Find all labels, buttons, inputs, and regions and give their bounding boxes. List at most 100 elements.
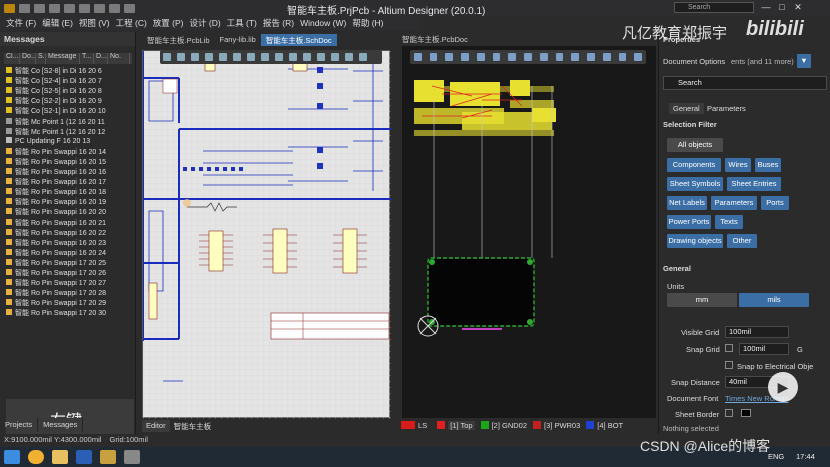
col-class[interactable]: Cl... — [4, 53, 20, 64]
language-indicator[interactable]: ENG — [768, 452, 784, 461]
clock[interactable]: 17:44 — [796, 452, 815, 461]
filter-net-labels[interactable]: Net Labels — [667, 196, 707, 210]
align-icon[interactable] — [219, 53, 227, 61]
message-row[interactable]: 智能 Ro Pin Swappi 17 20 29 — [6, 298, 134, 308]
menu-help[interactable]: 帮助 (H) — [352, 17, 383, 29]
filter-wires[interactable]: Wires — [725, 158, 751, 172]
snap-grid-checkbox[interactable] — [725, 344, 733, 352]
route-icon[interactable] — [508, 53, 517, 61]
word-icon[interactable] — [76, 450, 92, 464]
filter-button[interactable]: ▼ — [797, 54, 811, 68]
bus-icon[interactable] — [247, 53, 255, 61]
move-icon[interactable] — [461, 53, 469, 61]
menu-project[interactable]: 工程 (C) — [116, 17, 147, 29]
snap-grid-input[interactable]: 100mil — [739, 343, 789, 355]
layer-ls[interactable]: LS — [418, 421, 427, 430]
filter-sheet-symbols[interactable]: Sheet Symbols — [667, 177, 723, 191]
tab-pcbdoc[interactable]: 智能车主板.PcbDoc — [402, 34, 522, 46]
sheet-icon[interactable] — [317, 53, 325, 61]
layer-swatch-top[interactable] — [437, 421, 446, 429]
layer-bot[interactable]: [4] BOT — [597, 421, 623, 430]
menu-edit[interactable]: 编辑 (E) — [42, 17, 73, 29]
message-row[interactable]: 智能 Co [S2-2] in Di 16 20 9 — [6, 96, 134, 106]
message-row[interactable]: 智能 Ro Pin Swappi 17 20 25 — [6, 258, 134, 268]
col-date[interactable]: D... — [94, 53, 108, 64]
snap-electrical-checkbox[interactable] — [725, 361, 733, 369]
filter-components[interactable]: Components — [667, 158, 721, 172]
line-icon[interactable] — [602, 53, 611, 61]
polygon-icon[interactable] — [571, 53, 580, 61]
folder-icon[interactable] — [52, 450, 68, 464]
altium-icon[interactable] — [100, 450, 116, 464]
fill-icon[interactable] — [555, 53, 564, 61]
menu-view[interactable]: 视图 (V) — [79, 17, 110, 29]
video-play-button[interactable]: ▶ — [768, 372, 798, 402]
chrome-icon[interactable] — [28, 450, 44, 464]
track-icon[interactable] — [492, 53, 501, 61]
filter-icon[interactable] — [414, 53, 422, 61]
message-row[interactable]: 智能 Ro Pin Swappi 17 20 30 — [6, 308, 134, 318]
layer-pwr03[interactable]: [3] PWR03 — [544, 421, 580, 430]
text-icon[interactable] — [331, 53, 339, 61]
col-message[interactable]: Message — [46, 53, 80, 64]
layer-swatch-bot[interactable] — [586, 421, 595, 429]
port-icon[interactable] — [289, 53, 297, 61]
tab-schdoc[interactable]: 智能车主板.SchDoc — [260, 34, 337, 46]
menu-design[interactable]: 设计 (D) — [190, 17, 221, 29]
message-row[interactable]: 智能 Co [S2-4] in Di 16 20 7 — [6, 76, 134, 86]
tab-fany-lib[interactable]: Fany-lib.lib — [215, 34, 261, 46]
line-icon[interactable] — [345, 53, 353, 61]
filter-parameters[interactable]: Parameters — [711, 196, 757, 210]
menu-tools[interactable]: 工具 (T) — [227, 17, 257, 29]
dimension-icon[interactable] — [634, 53, 643, 61]
all-objects-button[interactable]: All objects — [667, 138, 723, 152]
message-row[interactable]: 智能 Ro Pin Swappi 17 20 28 — [6, 288, 134, 298]
message-row[interactable]: 智能 Ro Pin Swappi 16 20 20 — [6, 207, 134, 217]
maximize-button[interactable]: □ — [776, 2, 788, 13]
add-icon[interactable] — [177, 53, 185, 61]
col-source[interactable]: S... — [36, 53, 46, 64]
app-icon[interactable] — [4, 3, 15, 13]
message-row[interactable]: 智能 Co [S2-8] in Di 16 20 6 — [6, 66, 134, 76]
start-icon[interactable] — [4, 450, 20, 464]
filter-power-ports[interactable]: Power Ports — [667, 215, 711, 229]
message-row[interactable]: 智能 Ro Pin Swappi 16 20 14 — [6, 147, 134, 157]
dropdown-icon[interactable] — [124, 3, 135, 13]
col-no[interactable]: No. — [108, 53, 130, 64]
schematic-canvas[interactable] — [142, 50, 391, 419]
open-icon[interactable] — [34, 3, 45, 13]
message-row[interactable]: 智能 Ro Pin Swappi 16 20 18 — [6, 187, 134, 197]
select-icon[interactable] — [445, 53, 454, 61]
filter-texts[interactable]: Texts — [715, 215, 743, 229]
save-all-icon[interactable] — [64, 3, 75, 13]
tab-general[interactable]: General — [669, 103, 704, 114]
message-row[interactable]: 智能 Ro Pin Swappi 16 20 15 — [6, 157, 134, 167]
layer-swatch-pwr03[interactable] — [533, 421, 542, 429]
tab-messages[interactable]: Messages — [38, 418, 84, 432]
selection-filter-title[interactable]: Selection Filter — [663, 120, 717, 129]
shape-icon[interactable] — [359, 53, 367, 61]
app-icon-2[interactable] — [124, 450, 140, 464]
save-icon[interactable] — [49, 3, 60, 13]
menu-place[interactable]: 放置 (P) — [153, 17, 184, 29]
pad-icon[interactable] — [539, 53, 548, 61]
visible-grid-input[interactable]: 100mil — [725, 326, 789, 338]
tab-parameters[interactable]: Parameters — [703, 103, 750, 114]
redo-icon[interactable] — [109, 3, 120, 13]
message-row[interactable]: 智能 Ro Pin Swappi 16 20 19 — [6, 197, 134, 207]
col-document[interactable]: Do... — [20, 53, 36, 64]
filter-icon[interactable] — [163, 53, 171, 61]
message-row[interactable]: 智能 Ro Pin Swappi 16 20 21 — [6, 218, 134, 228]
search-input[interactable]: Search — [674, 2, 754, 13]
units-mils-button[interactable]: mils — [739, 293, 809, 307]
align-icon[interactable] — [476, 53, 485, 61]
message-row[interactable]: PC Updating F 16 20 13 — [6, 136, 134, 147]
print-icon[interactable] — [79, 3, 90, 13]
filter-other[interactable]: Other — [727, 234, 757, 248]
units-mm-button[interactable]: mm — [667, 293, 737, 307]
message-row[interactable]: 智能 Co [S2-1] in Di 16 20 10 — [6, 106, 134, 116]
filter-buses[interactable]: Buses — [755, 158, 781, 172]
sheet-border-checkbox[interactable] — [725, 409, 733, 417]
sheet-border-color[interactable] — [741, 409, 751, 417]
tab-pcblib[interactable]: 智能车主板.PcbLib — [142, 34, 215, 46]
